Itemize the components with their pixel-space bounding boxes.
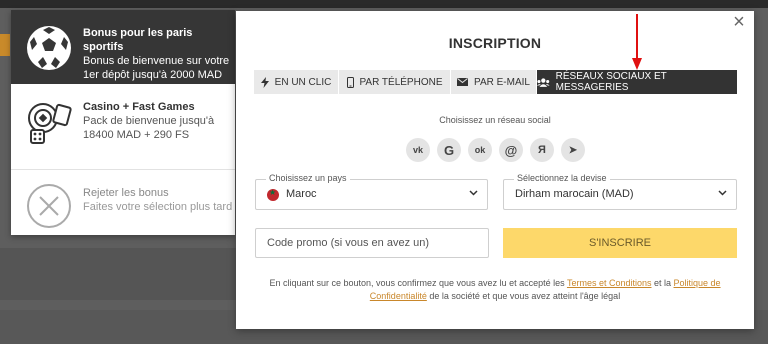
tab-label: PAR TÉLÉPHONE <box>359 76 443 88</box>
yandex-icon[interactable]: Я <box>530 138 554 162</box>
chevron-down-icon <box>469 190 478 196</box>
google-icon[interactable]: G <box>437 138 461 162</box>
promo-code-input[interactable] <box>256 229 488 257</box>
tab-social-networks[interactable]: RÉSEAUX SOCIAUX ET MESSAGERIES <box>537 70 737 94</box>
bonus-title: Rejeter les bonus <box>83 187 169 199</box>
tab-one-click[interactable]: EN UN CLIC <box>254 70 339 94</box>
terms-text: de la société et que vous avez atteint l… <box>426 291 621 301</box>
morocco-flag-icon <box>267 188 279 201</box>
odnoklassniki-icon[interactable]: ok <box>468 138 492 162</box>
country-value: Maroc <box>286 188 317 200</box>
telegram-icon[interactable]: ➤ <box>561 138 585 162</box>
envelope-icon <box>457 78 469 86</box>
close-button[interactable]: × <box>730 12 748 32</box>
currency-label: Sélectionnez la devise <box>514 173 610 183</box>
background-accent <box>0 34 10 56</box>
country-label: Choisissez un pays <box>266 173 350 183</box>
registration-tabs: EN UN CLIC PAR TÉLÉPHONE PAR E-MAIL RÉSE… <box>254 70 737 94</box>
bonus-title: Casino + Fast Games <box>83 101 195 113</box>
terms-notice: En cliquant sur ce bouton, vous confirme… <box>264 277 726 303</box>
mail-ru-icon[interactable]: @ <box>499 138 523 162</box>
bonus-option-reject[interactable]: Rejeter les bonus Faites votre sélection… <box>11 170 235 235</box>
bonus-panel: Bonus pour les paris sportifs Bonus de b… <box>11 10 235 235</box>
users-icon <box>537 77 550 87</box>
annotation-arrow <box>632 14 642 70</box>
soccer-ball-icon <box>27 26 71 70</box>
bonus-description: Bonus de bienvenue sur votre 1er dépôt j… <box>83 55 230 81</box>
tab-label: RÉSEAUX SOCIAUX ET MESSAGERIES <box>555 71 667 93</box>
close-circle-icon <box>27 184 71 228</box>
tab-email[interactable]: PAR E-MAIL <box>451 70 537 94</box>
register-button[interactable]: S'INSCRIRE <box>503 228 737 258</box>
registration-modal: × INSCRIPTION EN UN CLIC PAR TÉLÉPHONE P… <box>236 11 754 329</box>
tab-label: PAR E-MAIL <box>474 76 530 88</box>
terms-conditions-link[interactable]: Termes et Conditions <box>567 278 652 288</box>
currency-select[interactable]: Sélectionnez la devise Dirham marocain (… <box>503 173 737 210</box>
social-network-label: Choisissez un réseau social <box>439 115 551 125</box>
terms-text: En cliquant sur ce bouton, vous confirme… <box>269 278 567 288</box>
lightning-icon <box>260 76 269 88</box>
vk-icon[interactable]: vk <box>406 138 430 162</box>
chevron-down-icon <box>718 190 727 196</box>
bonus-description: Faites votre sélection plus tard <box>83 201 233 213</box>
currency-value: Dirham marocain (MAD) <box>515 188 634 200</box>
social-network-buttons: vk G ok @ Я ➤ <box>406 138 585 162</box>
background-header <box>0 0 768 8</box>
background-strip <box>0 248 236 300</box>
country-select[interactable]: Choisissez un pays Maroc <box>255 173 488 210</box>
modal-title: INSCRIPTION <box>448 35 542 51</box>
terms-text: et la <box>651 278 674 288</box>
bonus-description: Pack de bienvenue jusqu'à 18400 MAD + 29… <box>83 115 215 141</box>
promo-code-field <box>255 228 489 258</box>
bonus-option-sports[interactable]: Bonus pour les paris sportifs Bonus de b… <box>11 10 235 84</box>
phone-icon <box>346 76 354 88</box>
tab-label: EN UN CLIC <box>274 76 332 88</box>
bonus-option-casino[interactable]: Casino + Fast Games Pack de bienvenue ju… <box>11 84 235 170</box>
casino-chips-icon <box>28 103 72 144</box>
tab-phone[interactable]: PAR TÉLÉPHONE <box>339 70 451 94</box>
bonus-title: Bonus pour les paris sportifs <box>83 27 193 53</box>
